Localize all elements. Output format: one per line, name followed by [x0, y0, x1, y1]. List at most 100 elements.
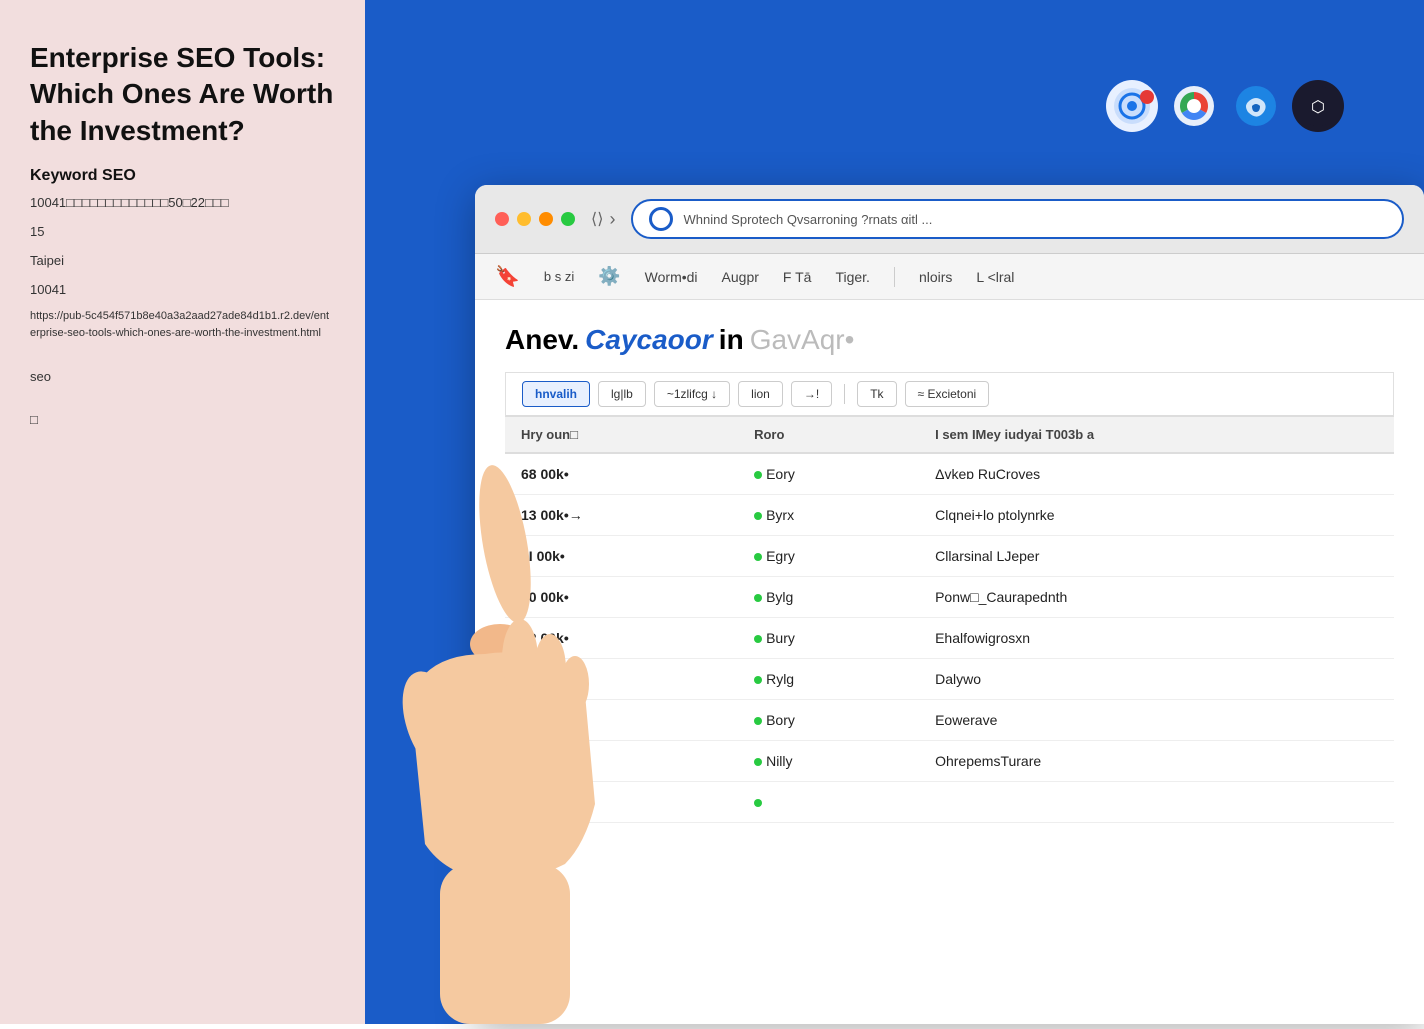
detail-cell: OhrepemsTurare — [919, 741, 1394, 782]
detail-cell: Clqnei+lo ptolynrke — [919, 495, 1394, 536]
heading-part2: in — [719, 324, 744, 356]
table-header-row: Hry oun□ Roro I sem IMey iudyai T003b a — [505, 417, 1394, 453]
chrome-icon — [1168, 80, 1220, 132]
roro-cell: Egry — [738, 536, 919, 577]
table-row: 82 00k•BuryEhalfowigrosxn — [505, 618, 1394, 659]
svg-text:⬡: ⬡ — [1311, 99, 1325, 116]
meta-line-2: 15 — [30, 222, 335, 243]
filter-invalid[interactable]: hnvalih — [522, 381, 590, 407]
difficulty-dot — [754, 758, 762, 766]
roro-cell: Nilly — [738, 741, 919, 782]
tag-extra: □ — [30, 412, 335, 427]
site-icon — [649, 207, 673, 231]
firefox-icon — [1106, 80, 1158, 132]
address-text: Whnind Sprotech Qvsarroning ?rnats αitl … — [683, 212, 932, 227]
difficulty-dot — [754, 553, 762, 561]
filter-arrow[interactable]: →! — [791, 381, 832, 407]
browser-toolbar: 🔖 b s zi ⚙️ Worm•di Augpr F Tā Tiger. nl… — [475, 254, 1424, 300]
volume-cell: 80 00k• — [505, 577, 738, 618]
filter-zlifcg[interactable]: ~1zlifcg ↓ — [654, 381, 730, 407]
detail-cell: Ponw□_Caurapednth — [919, 577, 1394, 618]
filter-excietoni[interactable]: ≈ Excietoni — [905, 381, 990, 407]
table-row: 13 00k•→ByrxClqnei+lo ptolynrke — [505, 495, 1394, 536]
zoom-button[interactable] — [539, 212, 553, 226]
volume-cell: S0 00k• — [505, 741, 738, 782]
toolbar-item-augpr[interactable]: Augpr — [722, 269, 759, 285]
filter-divider — [844, 384, 845, 404]
difficulty-dot — [754, 635, 762, 643]
difficulty-dot — [754, 594, 762, 602]
back-icon[interactable]: ⟨⟩ — [591, 209, 603, 229]
heading-subtitle: GavAqr• — [750, 324, 855, 356]
table-body: 68 00k•EoryΔvkeɒ RuCroves13 00k•→ByrxClq… — [505, 453, 1394, 823]
right-section: ⬡ ⟨⟩ › Whnind Sprotech Qvsarroning ?rnat… — [365, 0, 1424, 1024]
red-dot-badge — [1140, 90, 1154, 104]
toolbar-item-nloirs[interactable]: nloirs — [919, 269, 952, 285]
volume-cell: 68 00k• — [505, 453, 738, 495]
detail-cell: Dalywo — [919, 659, 1394, 700]
table-row: 80 00k•BylgPonw□_Caurapednth — [505, 577, 1394, 618]
heading-part1: Anev. — [505, 324, 579, 356]
toolbar-item-ta[interactable]: F Tā — [783, 269, 812, 285]
detail-cell: Ehalfowigrosxn — [919, 618, 1394, 659]
volume-cell: 8E 00k• — [505, 782, 738, 823]
traffic-lights — [495, 212, 575, 226]
detail-cell: Δvkeɒ RuCroves — [919, 453, 1394, 495]
data-table: Hry oun□ Roro I sem IMey iudyai T003b a … — [505, 417, 1394, 823]
detail-cell — [919, 782, 1394, 823]
detail-cell: Eowerave — [919, 700, 1394, 741]
toolbar-item-2[interactable]: b s zi — [544, 269, 574, 284]
filter-tk[interactable]: Tk — [857, 381, 896, 407]
nav-arrows: ⟨⟩ › — [591, 209, 615, 230]
toolbar-item-3[interactable]: ⚙️ — [598, 266, 620, 287]
close-button[interactable] — [495, 212, 509, 226]
filter-lglb[interactable]: lg|lb — [598, 381, 646, 407]
tag-seo: seo — [30, 369, 335, 384]
browser-content: Anev. Caycaoor in GavAqr• hnvalih lg|lb … — [475, 300, 1424, 847]
table-row: 68 00k•EoryΔvkeɒ RuCroves — [505, 453, 1394, 495]
detail-cell: Cllarsinal LJeper — [919, 536, 1394, 577]
volume-cell: 82 00k• — [505, 618, 738, 659]
forward-icon[interactable]: › — [609, 209, 615, 230]
volume-cell: 32 00k• — [505, 700, 738, 741]
divider-1 — [894, 267, 895, 287]
address-bar[interactable]: Whnind Sprotech Qvsarroning ?rnats αitl … — [631, 199, 1404, 239]
article-title: Enterprise SEO Tools: Which Ones Are Wor… — [30, 40, 335, 149]
keyword-label: Keyword SEO — [30, 167, 335, 185]
toolbar-icon-1[interactable]: 🔖 — [495, 264, 520, 289]
meta-line-1: 10041□□□□□□□□□□□□□50□22□□□ — [30, 193, 335, 214]
filter-toolbar: hnvalih lg|lb ~1zlifcg ↓ lion →! Tk ≈ Ex… — [505, 372, 1394, 417]
toolbar-item-lral[interactable]: L <lral — [976, 269, 1014, 285]
table-row: 17 00k•RylgDalywo — [505, 659, 1394, 700]
col-header-roro: Roro — [738, 417, 919, 453]
edge-icon — [1230, 80, 1282, 132]
toolbar-item-worm[interactable]: Worm•di — [645, 269, 698, 285]
heading-highlight: Caycaoor — [585, 324, 713, 356]
meta-line-3: Taipei — [30, 251, 335, 272]
roro-cell: Bylg — [738, 577, 919, 618]
left-panel: Enterprise SEO Tools: Which Ones Are Wor… — [0, 0, 365, 1024]
dark-icon: ⬡ — [1292, 80, 1344, 132]
roro-cell: Bury — [738, 618, 919, 659]
fullscreen-button[interactable] — [561, 212, 575, 226]
meta-line-4: 10041 — [30, 280, 335, 301]
browser-icons-group: ⬡ — [1106, 80, 1344, 132]
difficulty-dot — [754, 717, 762, 725]
roro-cell: Rylg — [738, 659, 919, 700]
volume-cell: 13 00k•→ — [505, 495, 738, 536]
volume-cell: 8I 00k• — [505, 536, 738, 577]
article-url: https://pub-5c454f571b8e40a3a2aad27ade84… — [30, 308, 335, 341]
col-header-volume: Hry oun□ — [505, 417, 738, 453]
table-row: 8I 00k•EgryCllarsinal LJeper — [505, 536, 1394, 577]
roro-cell — [738, 782, 919, 823]
filter-lion[interactable]: lion — [738, 381, 783, 407]
difficulty-dot — [754, 676, 762, 684]
browser-chrome: ⟨⟩ › Whnind Sprotech Qvsarroning ?rnats … — [475, 185, 1424, 254]
difficulty-dot — [754, 512, 762, 520]
browser-window: ⟨⟩ › Whnind Sprotech Qvsarroning ?rnats … — [475, 185, 1424, 1024]
roro-cell: Bory — [738, 700, 919, 741]
minimize-button[interactable] — [517, 212, 531, 226]
volume-cell: 17 00k• — [505, 659, 738, 700]
table-row: 32 00k•BoryEowerave — [505, 700, 1394, 741]
toolbar-item-tiger[interactable]: Tiger. — [835, 269, 870, 285]
